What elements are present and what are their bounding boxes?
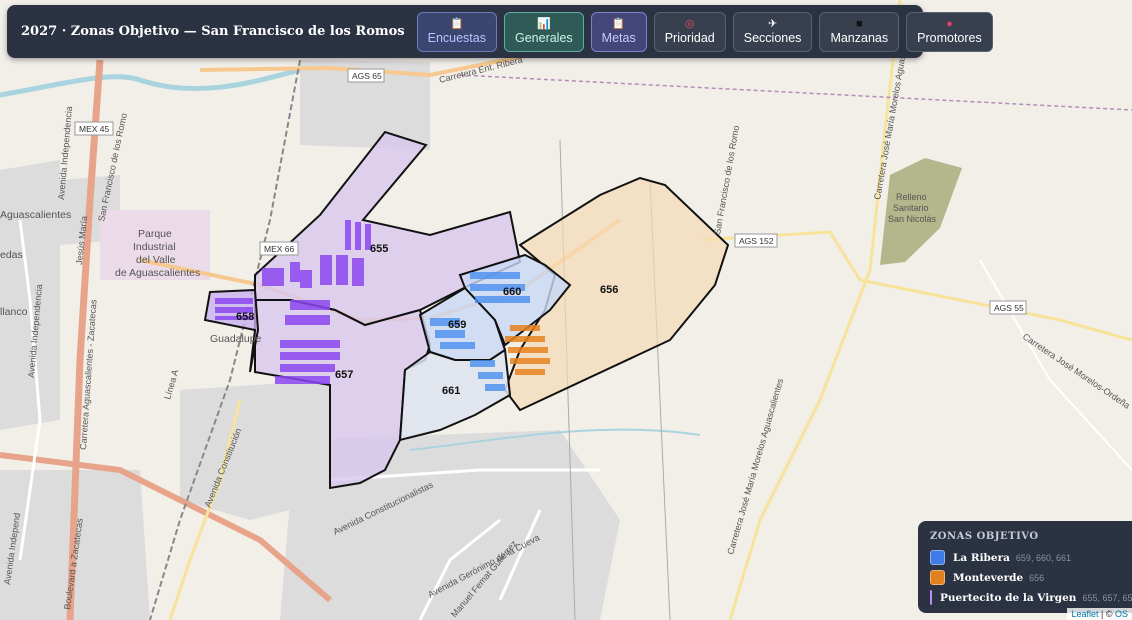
svg-text:AGS 152: AGS 152 [739,236,774,246]
section-label-661: 661 [442,385,460,397]
place-label-guadalupe: Guadalupe [210,333,262,345]
place-label-edas: edas [0,249,23,261]
svg-text:AGS 55: AGS 55 [994,303,1024,313]
promotores-button[interactable]: ● Promotores [906,11,993,52]
metas-label: Metas [601,30,636,45]
secciones-label: Secciones [743,30,802,45]
place-label-parque-3: del Valle [136,254,176,266]
page-title: 2027 · Zonas Objetivo — San Francisco de… [21,24,405,39]
square-icon: ■ [855,17,863,30]
legend-sections: 659, 660, 661 [1015,552,1071,563]
generales-label: Generales [514,30,573,45]
legend-swatch-monteverde [930,570,945,585]
legend-sections: 655, 657, 658 [1082,592,1132,603]
svg-text:MEX 66: MEX 66 [264,244,295,254]
place-label-relleno-3: San Nicolás [888,214,937,224]
pin-icon: ● [946,17,953,30]
promotores-label: Promotores [917,30,982,45]
place-label-parque-2: Industrial [133,241,176,253]
legend-row-puertecito: Puertecito de la Virgen 655, 657, 658 [930,590,1132,605]
target-icon: ◎ [684,17,695,30]
encuestas-label: Encuestas [427,30,486,45]
place-label-parque-1: Parque [138,228,172,240]
section-label-655: 655 [370,243,388,255]
clipboard-icon: 📋 [449,17,464,30]
map-attribution: Leaflet | © OS [1067,608,1132,620]
top-toolbar: 2027 · Zonas Objetivo — San Francisco de… [7,5,993,58]
section-label-659: 659 [448,319,466,331]
encuestas-button[interactable]: 📋 Encuestas [416,11,497,52]
section-label-656: 656 [600,284,618,296]
manzanas-label: Manzanas [830,30,889,45]
secciones-button[interactable]: ✈ Secciones [732,11,813,52]
generales-button[interactable]: 📊 Generales [503,11,584,52]
bar-chart-icon: 📊 [536,17,551,30]
place-label-llanco: llanco [0,306,28,318]
legend-row-monteverde: Monteverde 656 [930,570,1120,585]
prioridad-label: Prioridad [664,30,715,45]
svg-text:AGS 65: AGS 65 [352,71,382,81]
prioridad-button[interactable]: ◎ Prioridad [653,11,726,52]
zones-legend: ZONAS OBJETIVO La Ribera 659, 660, 661 M… [918,521,1132,613]
map-icon: ✈ [767,17,778,30]
section-label-658: 658 [236,311,254,323]
place-label-relleno-1: Relleno [896,192,927,202]
metas-button[interactable]: 📋 Metas [590,11,647,52]
legend-row-la-ribera: La Ribera 659, 660, 661 [930,550,1120,565]
manzanas-button[interactable]: ■ Manzanas [819,11,900,52]
place-label-parque-4: de Aguascalientes [115,267,200,279]
place-label-relleno-2: Sanitario [893,203,929,213]
legend-swatch-puertecito [930,590,932,605]
legend-name: La Ribera [953,551,1010,564]
section-label-657: 657 [335,369,353,381]
legend-sections: 656 [1029,572,1045,583]
legend-title: ZONAS OBJETIVO [930,531,1039,542]
place-label-aguascalientes: Aguascalientes [0,209,71,221]
svg-text:MEX 45: MEX 45 [79,124,110,134]
section-label-660: 660 [503,286,521,298]
osm-link[interactable]: OS [1115,609,1128,619]
clipboard-icon: 📋 [611,17,626,30]
legend-swatch-la-ribera [930,550,945,565]
legend-name: Monteverde [953,571,1024,584]
leaflet-link[interactable]: Leaflet [1071,609,1098,619]
attribution-separator: | © [1098,609,1115,619]
legend-name: Puertecito de la Virgen [940,591,1077,604]
